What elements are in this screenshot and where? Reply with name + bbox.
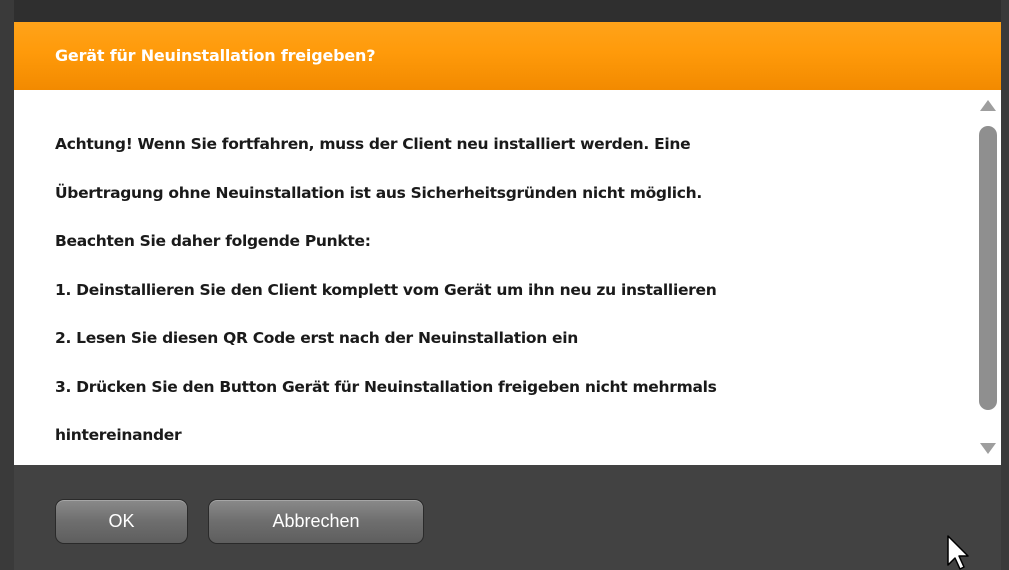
vertical-scrollbar[interactable] <box>975 90 1001 465</box>
dialog-content: Achtung! Wenn Sie fortfahren, muss der C… <box>14 90 1001 465</box>
window-frame-right <box>1001 0 1009 570</box>
message-line: 1. Deinstallieren Sie den Client komplet… <box>55 280 717 299</box>
cancel-button[interactable]: Abbrechen <box>208 499 424 544</box>
scrollbar-thumb[interactable] <box>979 126 997 410</box>
message-line: 3. Drücken Sie den Button Gerät für Neui… <box>55 377 717 396</box>
dialog-title: Gerät für Neuinstallation freigeben? <box>55 46 376 65</box>
window-frame-top <box>0 0 1009 22</box>
message-line: Achtung! Wenn Sie fortfahren, muss der C… <box>55 135 691 153</box>
window-frame-left <box>0 0 14 570</box>
message-line: 2. Lesen Sie diesen QR Code erst nach de… <box>55 329 578 347</box>
dialog-title-bar: Gerät für Neuinstallation freigeben? <box>14 22 1001 90</box>
mouse-pointer-icon <box>947 535 969 570</box>
ok-button[interactable]: OK <box>55 499 188 544</box>
dialog-message: Achtung! Wenn Sie fortfahren, muss der C… <box>55 120 955 460</box>
message-line: Übertragung ohne Neuinstallation ist aus… <box>55 183 702 202</box>
dialog-footer: OK Abbrechen <box>14 465 1001 570</box>
scroll-down-arrow-icon[interactable] <box>980 443 996 454</box>
scroll-up-arrow-icon[interactable] <box>980 100 996 111</box>
message-line: hintereinander <box>55 426 182 444</box>
message-line: Beachten Sie daher folgende Punkte: <box>55 232 371 250</box>
confirm-dialog: Gerät für Neuinstallation freigeben? Ach… <box>0 0 1009 570</box>
